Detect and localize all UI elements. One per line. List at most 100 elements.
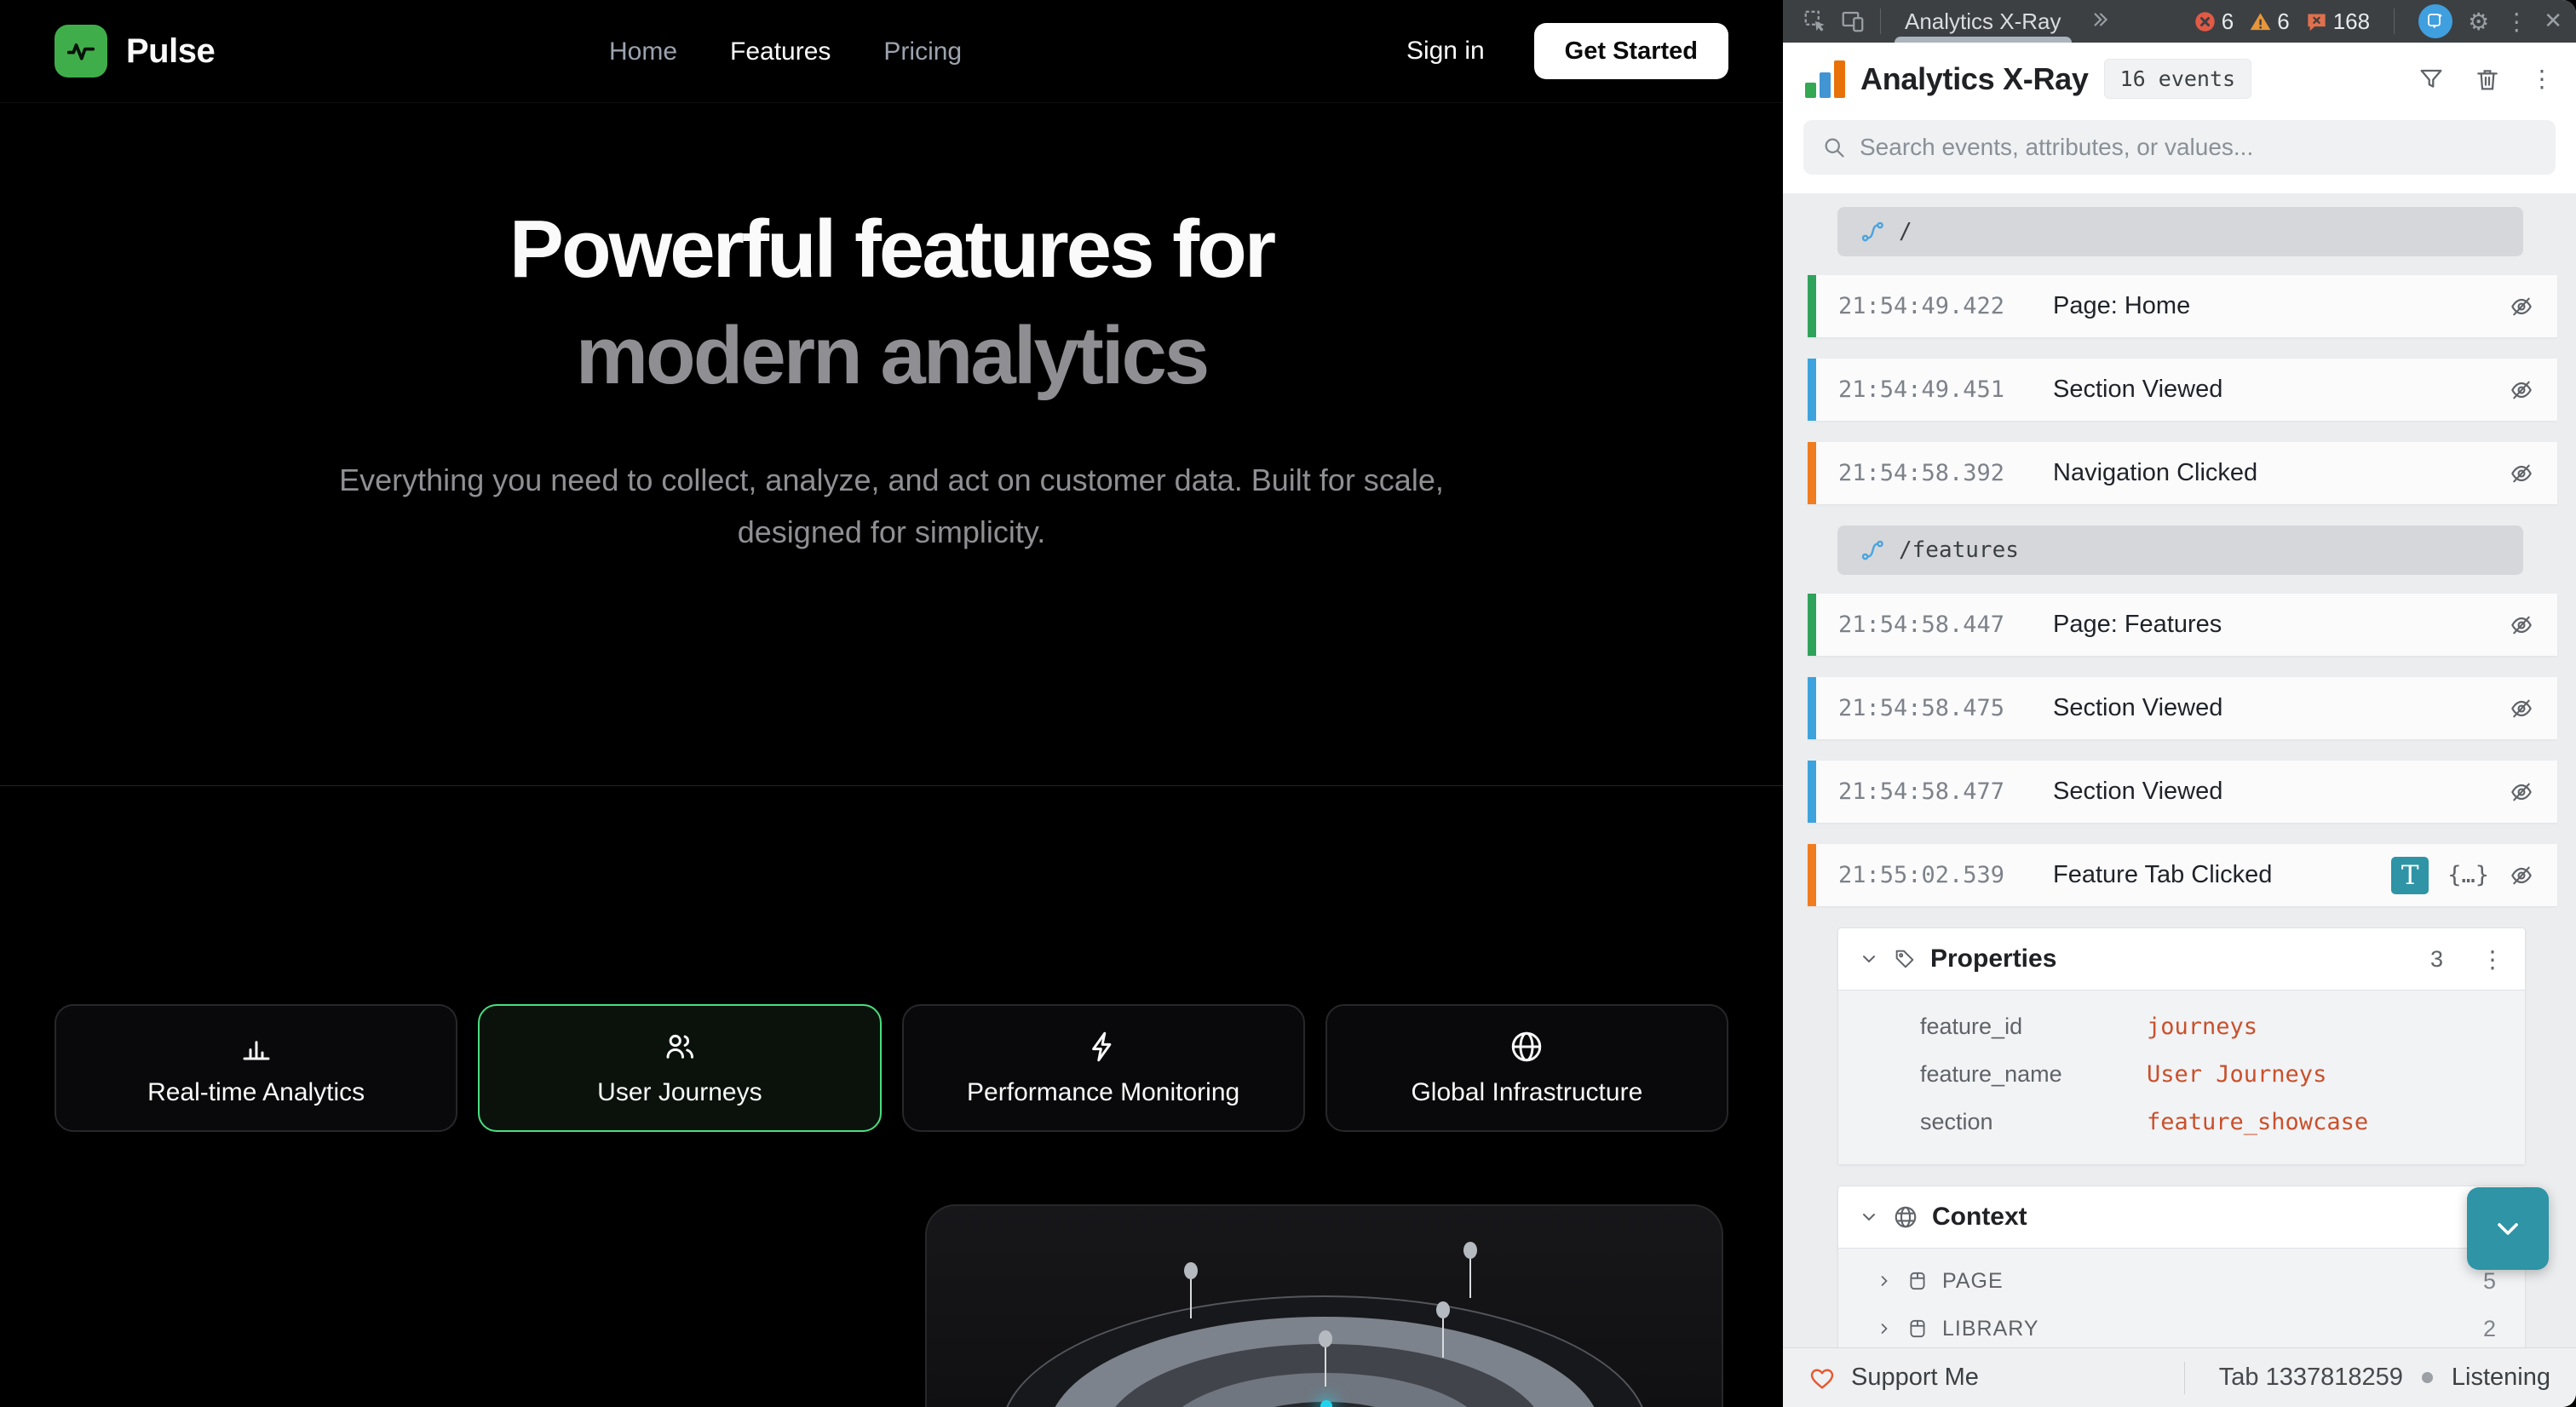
hide-event-eye-off-icon[interactable]	[2508, 460, 2535, 487]
event-row[interactable]: 21:54:58.392 Navigation Clicked	[1808, 442, 2557, 504]
more-tabs-icon[interactable]	[2089, 9, 2111, 35]
browser-window-icon	[1906, 1318, 1929, 1340]
chevron-down-icon	[1859, 1207, 1879, 1227]
filter-funnel-icon[interactable]	[2418, 66, 2445, 93]
search-input[interactable]	[1860, 134, 2537, 161]
event-name: Page: Home	[2053, 292, 2190, 320]
nav-link-home[interactable]: Home	[609, 37, 677, 66]
statusbar-divider	[2184, 1362, 2185, 1394]
feature-tab-global-infrastructure[interactable]: Global Infrastructure	[1325, 1004, 1728, 1132]
feature-tab-label: User Journeys	[597, 1078, 762, 1107]
search-icon	[1822, 135, 1846, 159]
site-header: Pulse Home Features Pricing Sign in Get …	[0, 0, 1783, 103]
hide-event-eye-off-icon[interactable]	[2508, 778, 2535, 806]
properties-kebab-icon[interactable]: ⋮	[2481, 945, 2504, 973]
property-key: feature_name	[1920, 1061, 2147, 1088]
hide-event-eye-off-icon[interactable]	[2508, 862, 2535, 889]
context-title: Context	[1932, 1203, 2027, 1232]
feature-tab-user-journeys[interactable]: User Journeys	[478, 1004, 881, 1132]
panel-header-actions: ⋮	[2418, 65, 2554, 93]
tab-id-label: Tab 1337818259	[2219, 1364, 2403, 1392]
feature-tab-label: Real-time Analytics	[147, 1078, 365, 1107]
inspect-element-icon[interactable]	[1797, 0, 1834, 43]
property-value: User Journeys	[2147, 1061, 2326, 1088]
properties-header[interactable]: Properties 3 ⋮	[1838, 928, 2525, 990]
route-group-header[interactable]: /	[1837, 207, 2523, 256]
search-section	[1783, 115, 2576, 193]
globe-icon	[1509, 1029, 1544, 1065]
event-row[interactable]: 21:54:58.477 Section Viewed	[1808, 761, 2557, 823]
feature-tab-performance-monitoring[interactable]: Performance Monitoring	[902, 1004, 1305, 1132]
nav-link-features[interactable]: Features	[730, 37, 831, 66]
section-divider	[0, 785, 1783, 786]
warning-icon	[2249, 10, 2272, 33]
context-group-library[interactable]: LIBRARY 2	[1838, 1305, 2525, 1347]
panel-kebab-menu-icon[interactable]: ⋮	[2530, 65, 2554, 93]
issues-icon	[2305, 10, 2328, 33]
devtools-statusbar: Support Me Tab 1337818259 Listening	[1783, 1347, 2576, 1407]
property-key: feature_id	[1920, 1014, 2147, 1040]
toolbar-divider	[2394, 9, 2395, 34]
kebab-menu-icon[interactable]: ⋮	[2504, 8, 2528, 36]
tab-analytics-x-ray[interactable]: Analytics X-Ray	[1889, 0, 2077, 43]
support-me-link[interactable]: Support Me	[1808, 1364, 1979, 1392]
events-count-badge: 16 events	[2104, 59, 2251, 99]
bar-chart-icon	[239, 1029, 274, 1065]
active-tab-indicator	[1895, 37, 2072, 43]
chevron-down-icon	[2491, 1212, 2525, 1246]
context-group-label: LIBRARY	[1942, 1317, 2039, 1341]
hide-event-eye-off-icon[interactable]	[2508, 376, 2535, 404]
event-row[interactable]: 21:54:49.451 Section Viewed	[1808, 359, 2557, 421]
payload-braces-icon[interactable]: {…}	[2447, 862, 2489, 888]
event-row[interactable]: 21:54:58.475 Section Viewed	[1808, 677, 2557, 739]
ai-assistant-button[interactable]	[2418, 4, 2452, 38]
brand[interactable]: Pulse	[55, 25, 215, 78]
text-marker-badge[interactable]: T	[2391, 857, 2429, 894]
nav-link-pricing[interactable]: Pricing	[883, 37, 962, 66]
issues-badge[interactable]: 168	[2305, 9, 2370, 35]
warning-badge[interactable]: 6	[2249, 9, 2289, 35]
close-devtools-icon[interactable]: ✕	[2544, 9, 2562, 34]
event-timestamp: 21:54:49.422	[1838, 293, 2053, 319]
statusbar-right: Tab 1337818259 Listening	[2184, 1362, 2550, 1394]
event-name: Section Viewed	[2053, 376, 2222, 404]
event-name: Section Viewed	[2053, 694, 2222, 722]
scroll-to-bottom-button[interactable]	[2467, 1187, 2549, 1270]
tab-label: Analytics X-Ray	[1905, 9, 2061, 35]
route-group-header[interactable]: /features	[1837, 525, 2523, 575]
browser-window-icon	[1906, 1270, 1929, 1292]
chevron-right-icon	[1876, 1272, 1893, 1289]
event-name: Navigation Clicked	[2053, 459, 2257, 487]
error-badge[interactable]: 6	[2194, 9, 2234, 35]
hide-event-eye-off-icon[interactable]	[2508, 695, 2535, 722]
route-group-label: /	[1899, 219, 1912, 244]
context-group-count: 2	[2483, 1316, 2496, 1342]
event-row-selected[interactable]: 21:55:02.539 Feature Tab Clicked T {…}	[1808, 844, 2557, 906]
hide-event-eye-off-icon[interactable]	[2508, 612, 2535, 639]
sign-in-link[interactable]: Sign in	[1406, 37, 1485, 66]
device-toolbar-icon[interactable]	[1834, 0, 1872, 43]
event-name: Feature Tab Clicked	[2053, 861, 2272, 889]
settings-gear-icon[interactable]: ⚙	[2468, 8, 2489, 36]
feature-tab-label: Global Infrastructure	[1411, 1078, 1642, 1107]
context-header[interactable]: Context 11	[1838, 1186, 2525, 1248]
event-row[interactable]: 21:54:58.447 Page: Features	[1808, 594, 2557, 656]
hide-event-eye-off-icon[interactable]	[2508, 293, 2535, 320]
get-started-button[interactable]: Get Started	[1534, 23, 1728, 79]
disc-pin	[1436, 1306, 1450, 1358]
feature-tab-realtime-analytics[interactable]: Real-time Analytics	[55, 1004, 457, 1132]
hero-section: Powerful features for modern analytics E…	[0, 103, 1783, 558]
panel-header: Analytics X-Ray 16 events ⋮	[1783, 43, 2576, 115]
globe-icon	[1893, 1204, 1918, 1230]
feature-tab-label: Performance Monitoring	[967, 1078, 1239, 1107]
event-row[interactable]: 21:54:49.422 Page: Home	[1808, 275, 2557, 337]
context-group-page[interactable]: PAGE 5	[1838, 1257, 2525, 1305]
journey-visualization-card	[925, 1204, 1723, 1407]
active-node-dot	[1320, 1400, 1332, 1407]
event-list: / 21:54:49.422 Page: Home 21:54:49.451 S…	[1783, 193, 2576, 1347]
support-me-label: Support Me	[1851, 1364, 1979, 1392]
site-nav: Home Features Pricing	[609, 0, 962, 103]
analytics-bars-icon	[1805, 60, 1845, 98]
brand-name: Pulse	[126, 32, 215, 71]
clear-events-trash-icon[interactable]	[2474, 66, 2501, 93]
